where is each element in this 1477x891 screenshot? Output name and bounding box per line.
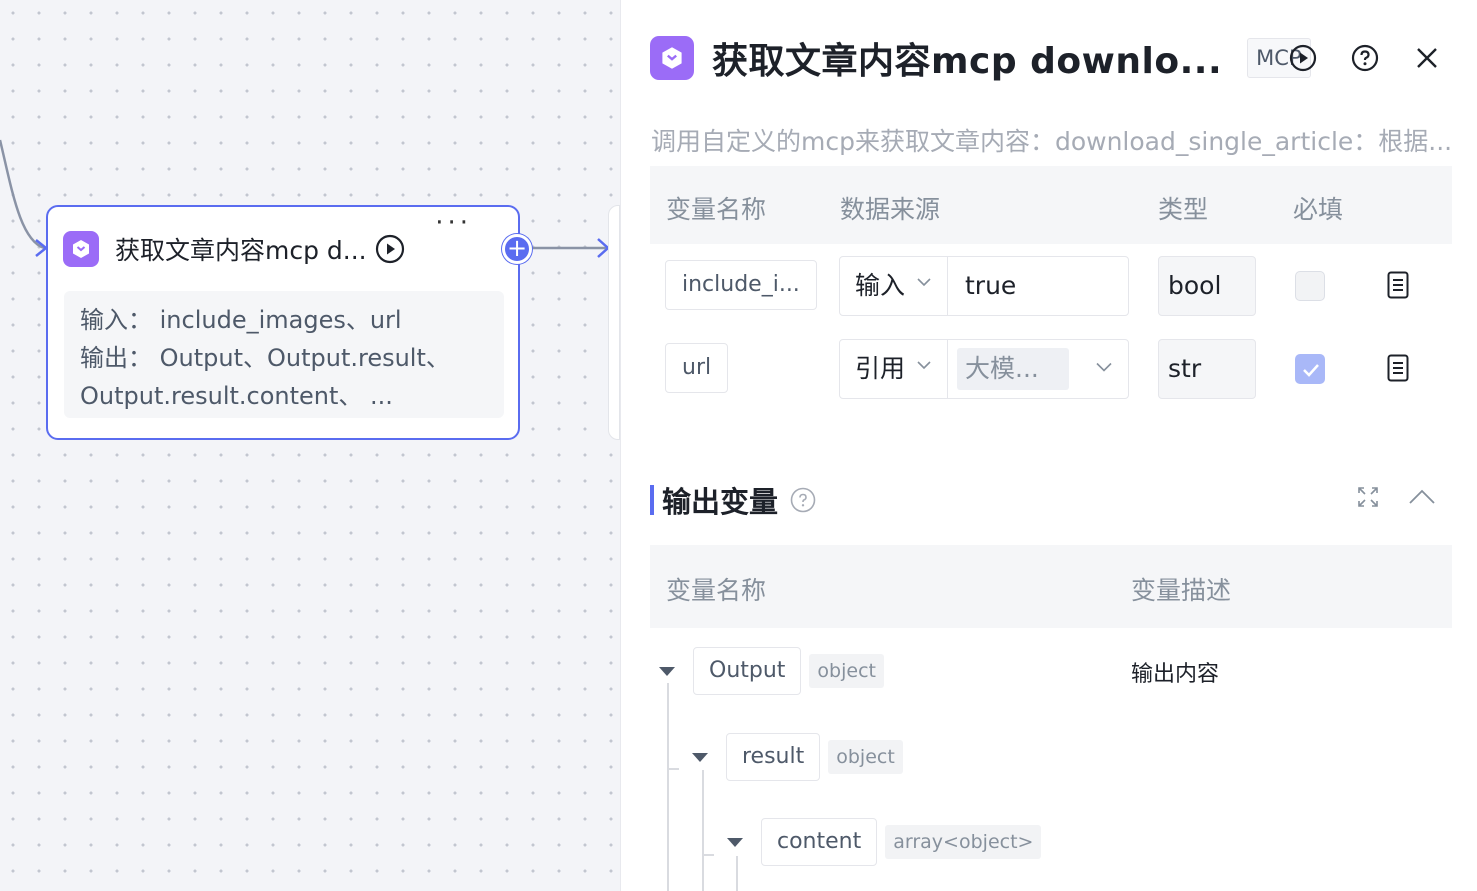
output-section-title: 输出变量	[650, 482, 816, 519]
variable-name-field[interactable]: include_i...	[665, 260, 817, 310]
type-field: str	[1158, 339, 1256, 399]
chevron-down-icon[interactable]	[1096, 362, 1112, 372]
edge-lines	[0, 139, 610, 258]
tree-line	[702, 854, 714, 856]
workflow-canvas[interactable]: 获取文章内容mcp d... ··· 输入： include_images、ur…	[0, 0, 620, 891]
node-output-line-2: Output.result.content、 ...	[80, 382, 393, 410]
input-table-header: 变量名称 数据来源 类型 必填	[650, 166, 1452, 244]
source-type-select[interactable]: 引用	[840, 340, 948, 398]
output-var-description: 输出内容	[1131, 662, 1220, 687]
close-icon[interactable]	[1413, 44, 1441, 72]
col-data-source: 数据来源	[840, 195, 941, 224]
run-icon[interactable]	[1289, 44, 1317, 72]
source-value-input[interactable]: true	[965, 257, 1016, 315]
col-variable-name: 变量名称	[666, 576, 767, 605]
workflow-node-mcp[interactable]: 获取文章内容mcp d... ··· 输入： include_images、ur…	[46, 205, 520, 440]
more-options-icon[interactable]: ···	[435, 210, 472, 236]
output-var-name: content	[761, 818, 878, 866]
output-variables-heading: 输出变量	[662, 485, 779, 519]
output-tree-row: result object	[692, 733, 903, 781]
data-source-field: 引用 大模...	[839, 339, 1129, 399]
caret-down-icon[interactable]	[659, 666, 675, 676]
panel-description: 调用自定义的mcp来获取文章内容：download_single_article…	[651, 127, 1451, 156]
tree-line	[702, 770, 704, 891]
panel-actions	[1289, 33, 1441, 83]
caret-down-icon[interactable]	[692, 752, 708, 762]
type-field: bool	[1158, 256, 1256, 316]
output-var-type: array<object>	[885, 825, 1042, 859]
required-checkbox[interactable]	[1295, 354, 1325, 384]
node-input-line: 输入： include_images、url	[80, 306, 402, 334]
node-io-summary: 输入： include_images、url 输出： Output、Output…	[64, 291, 504, 418]
node-config-panel: 获取文章内容mcp downlo... MCP 调用自定义的mcp来获取文章内容…	[620, 0, 1477, 891]
output-tree-row: Output object	[659, 647, 884, 695]
node-title: 获取文章内容mcp d...	[115, 236, 367, 265]
output-var-name: result	[726, 733, 821, 781]
reference-value-pill[interactable]: 大模...	[957, 348, 1069, 390]
source-type-label: 输入	[855, 271, 906, 300]
check-icon	[1303, 364, 1319, 377]
caret-down-icon[interactable]	[727, 837, 743, 847]
panel-title[interactable]: 获取文章内容mcp downlo...	[712, 32, 1222, 84]
input-row: url 引用 大模... str	[650, 339, 1452, 401]
section-accent-bar	[650, 485, 654, 515]
mcp-plugin-icon	[63, 231, 99, 267]
help-icon[interactable]	[790, 487, 816, 513]
chevron-up-icon[interactable]	[1409, 489, 1435, 505]
required-checkbox[interactable]	[1295, 271, 1325, 301]
data-source-field: 输入 true	[839, 256, 1129, 316]
mcp-plugin-icon	[650, 36, 694, 80]
chevron-down-icon	[917, 278, 931, 287]
source-type-select[interactable]: 输入	[840, 257, 948, 315]
output-section-tools	[1357, 486, 1435, 508]
tree-line	[667, 768, 679, 770]
tree-line	[667, 683, 669, 891]
help-icon[interactable]	[1351, 44, 1379, 72]
play-icon[interactable]	[375, 234, 405, 264]
output-var-type: object	[809, 654, 884, 688]
output-table-header: 变量名称 变量描述	[650, 545, 1452, 628]
expand-icon[interactable]	[1357, 486, 1379, 508]
output-tree-row: content array<object>	[727, 818, 1042, 866]
document-icon[interactable]	[1387, 354, 1409, 382]
add-node-button[interactable]: +	[502, 234, 532, 264]
col-variable-name: 变量名称	[666, 195, 767, 224]
source-type-label: 引用	[855, 354, 906, 383]
variable-name-field[interactable]: url	[665, 343, 729, 393]
output-var-name: Output	[693, 647, 802, 695]
col-type: 类型	[1158, 195, 1209, 224]
next-node-card[interactable]	[608, 205, 620, 440]
chevron-down-icon	[917, 361, 931, 370]
panel-header: 获取文章内容mcp downlo... MCP	[650, 33, 1457, 83]
output-var-type: object	[828, 740, 903, 774]
document-icon[interactable]	[1387, 271, 1409, 299]
col-variable-description: 变量描述	[1131, 576, 1232, 605]
input-row: include_i... 输入 true bool	[650, 256, 1452, 318]
col-required: 必填	[1293, 195, 1344, 224]
node-output-line: 输出： Output、Output.result、	[80, 344, 450, 372]
